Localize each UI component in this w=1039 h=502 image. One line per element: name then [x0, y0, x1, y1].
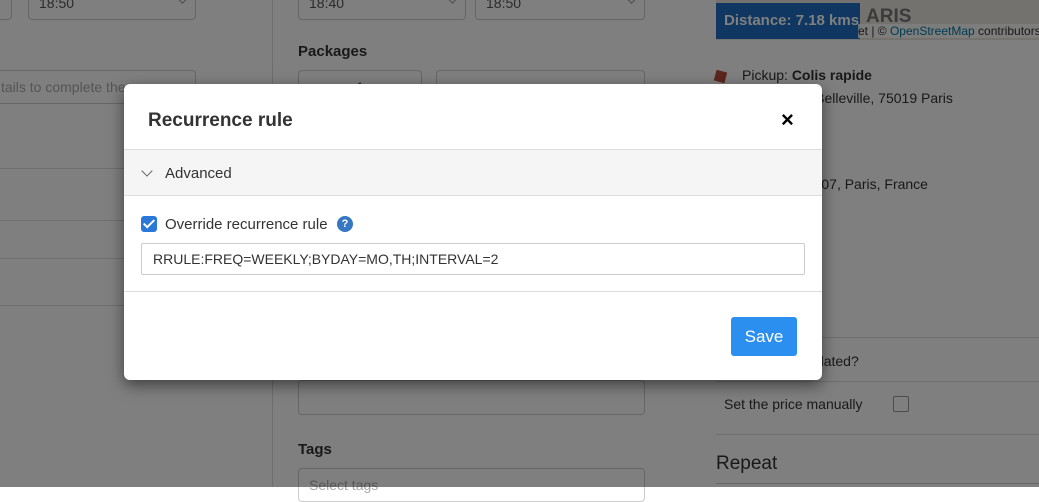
rrule-input[interactable]	[141, 243, 805, 275]
override-recurrence-checkbox[interactable]	[141, 216, 157, 232]
advanced-label: Advanced	[165, 165, 232, 182]
modal-footer-divider	[124, 291, 822, 292]
save-button[interactable]: Save	[731, 317, 797, 356]
advanced-section-toggle[interactable]: Advanced	[124, 149, 822, 196]
help-icon[interactable]: ?	[337, 216, 353, 232]
override-recurrence-label[interactable]: Override recurrence rule	[165, 216, 328, 233]
close-icon[interactable]: ×	[781, 109, 794, 131]
recurrence-rule-modal: Recurrence rule × Advanced Override recu…	[124, 84, 822, 380]
modal-title: Recurrence rule	[148, 110, 293, 131]
chevron-down-icon	[141, 165, 153, 177]
